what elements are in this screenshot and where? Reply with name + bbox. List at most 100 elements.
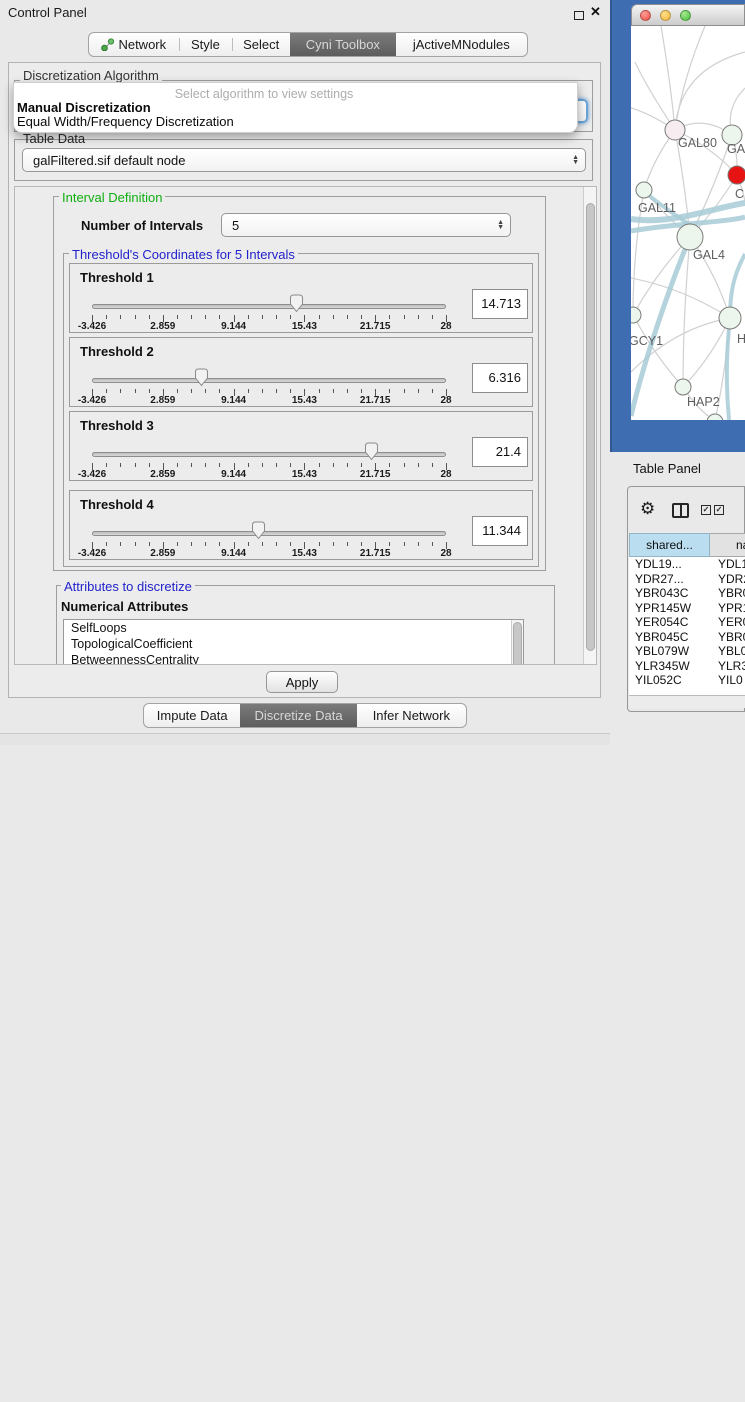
- threshold-slider-track[interactable]: [92, 531, 446, 536]
- threshold-value-field[interactable]: 21.4: [472, 437, 528, 467]
- cell-name: YDL1: [712, 557, 745, 572]
- slider-tick-label: -3.426: [78, 395, 106, 406]
- minimize-window-icon[interactable]: [660, 10, 671, 21]
- network-node-gal11[interactable]: [636, 182, 652, 198]
- tab-label: Style: [191, 37, 220, 52]
- table-row[interactable]: YBR043CYBR0: [629, 586, 745, 601]
- column-header-shared[interactable]: shared...: [629, 533, 710, 557]
- tab-discretize-data[interactable]: Discretize Data: [240, 704, 356, 727]
- threshold-slider-track[interactable]: [92, 304, 446, 309]
- slider-tick-label: -3.426: [78, 469, 106, 480]
- network-node-gal4[interactable]: [677, 224, 703, 250]
- table-row[interactable]: YLR345WYLR3: [629, 659, 745, 674]
- threshold-slider-track[interactable]: [92, 452, 446, 457]
- slider-tick-label: 2.859: [150, 321, 175, 332]
- network-node-gcy1[interactable]: [631, 307, 641, 323]
- tab-network[interactable]: Network: [89, 33, 179, 56]
- slider-tick-label: 9.144: [221, 395, 246, 406]
- network-node-label: GAL4: [693, 248, 725, 262]
- apply-button[interactable]: Apply: [266, 671, 338, 693]
- algorithm-dropdown-popup: Select algorithm to view settings Manual…: [13, 82, 578, 133]
- slider-tick-label: 2.859: [150, 548, 175, 559]
- table-row[interactable]: YBL079WYBL0: [629, 644, 745, 659]
- tab-impute-data[interactable]: Impute Data: [144, 704, 240, 727]
- algorithm-option-0[interactable]: Manual Discretization: [17, 100, 151, 115]
- threshold-value-field[interactable]: 11.344: [472, 516, 528, 546]
- table-row[interactable]: YBR045CYBR0: [629, 630, 745, 645]
- gear-icon[interactable]: ⚙: [640, 499, 655, 519]
- tab-select[interactable]: Select: [232, 33, 290, 56]
- network-node-c[interactable]: [728, 166, 745, 184]
- cell-shared-name: YDR27...: [629, 572, 712, 587]
- status-strip: [0, 733, 610, 745]
- table-hscrollbar[interactable]: [629, 695, 745, 708]
- threshold-label: Threshold 1: [80, 270, 154, 285]
- table-header-row: shared... na: [629, 533, 745, 557]
- tab-infer-network[interactable]: Infer Network: [357, 704, 466, 727]
- tab-label: Discretize Data: [254, 708, 342, 723]
- attributes-list-scrollbar[interactable]: [511, 620, 523, 665]
- threshold-slider-thumb[interactable]: [364, 442, 379, 461]
- threshold-slider-thumb[interactable]: [251, 521, 266, 540]
- checkbox-icon[interactable]: ✓: [714, 505, 724, 515]
- close-panel-icon[interactable]: ✕: [590, 4, 601, 20]
- network-node-label: HAP2: [687, 395, 720, 409]
- network-node[interactable]: [707, 414, 723, 420]
- slider-tick-label: 2.859: [150, 469, 175, 480]
- cell-shared-name: YDL19...: [629, 557, 712, 572]
- table-row[interactable]: YDL19...YDL1: [629, 557, 745, 572]
- threshold-slider-thumb[interactable]: [289, 294, 304, 313]
- tab-cyni-toolbox[interactable]: Cyni Toolbox: [290, 33, 396, 56]
- zoom-window-icon[interactable]: [680, 10, 691, 21]
- threshold-panel-4: Threshold 4-3.4262.8599.14415.4321.71528…: [69, 490, 533, 560]
- tab-label: Infer Network: [373, 708, 450, 723]
- discretization-algorithm-label: Discretization Algorithm: [20, 68, 162, 83]
- network-node-label: GAL80: [678, 136, 717, 150]
- tab-style[interactable]: Style: [179, 33, 233, 56]
- attribute-item[interactable]: SelfLoops: [64, 620, 523, 636]
- slider-tick-label: 21.715: [360, 548, 391, 559]
- cell-name: YPR1: [712, 601, 745, 616]
- numerical-attributes-label: Numerical Attributes: [61, 599, 188, 614]
- slider-tick-label: -3.426: [78, 548, 106, 559]
- threshold-value-field[interactable]: 14.713: [472, 289, 528, 319]
- checkbox-icon[interactable]: ✓: [701, 505, 711, 515]
- column-header-name[interactable]: na: [710, 533, 745, 557]
- slider-tick-label: 9.144: [221, 321, 246, 332]
- settings-scrollbar[interactable]: [583, 187, 596, 664]
- table-row[interactable]: YPR145WYPR1: [629, 601, 745, 616]
- threshold-panel-1: Threshold 1-3.4262.8599.14415.4321.71528…: [69, 263, 533, 333]
- network-window-titlebar[interactable]: [631, 4, 745, 26]
- slider-tick-label: 21.715: [360, 469, 391, 480]
- table-row[interactable]: YDR27...YDR2: [629, 572, 745, 587]
- cell-shared-name: YBR045C: [629, 630, 712, 645]
- network-canvas[interactable]: GAL80GACGAL11GAL4GCY1HHAP2: [631, 26, 745, 420]
- tab-jactivemnodules[interactable]: jActiveMNodules: [396, 33, 527, 56]
- slider-tick-label: 21.715: [360, 321, 391, 332]
- settings-scrollpane: Interval Definition Number of Intervals …: [14, 186, 597, 665]
- float-panel-icon[interactable]: [574, 11, 584, 20]
- threshold-value-field[interactable]: 6.316: [472, 363, 528, 393]
- table-data-combobox[interactable]: galFiltered.sif default node ▲▼: [22, 148, 586, 172]
- table-row[interactable]: YER054CYER0: [629, 615, 745, 630]
- slider-tick-label: -3.426: [78, 321, 106, 332]
- network-node-h[interactable]: [719, 307, 741, 329]
- cell-shared-name: YIL052C: [629, 673, 712, 688]
- cell-shared-name: YLR345W: [629, 659, 712, 674]
- attributes-group-label: Attributes to discretize: [61, 579, 195, 594]
- threshold-label: Threshold 4: [80, 497, 154, 512]
- attribute-item[interactable]: BetweennessCentrality: [64, 652, 523, 665]
- threshold-slider-thumb[interactable]: [194, 368, 209, 387]
- attribute-item[interactable]: TopologicalCoefficient: [64, 636, 523, 652]
- close-window-icon[interactable]: [640, 10, 651, 21]
- algorithm-option-1[interactable]: Equal Width/Frequency Discretization: [17, 114, 234, 129]
- network-node-hap2[interactable]: [675, 379, 691, 395]
- threshold-slider-track[interactable]: [92, 378, 446, 383]
- table-row[interactable]: YIL052CYIL0: [629, 673, 745, 688]
- num-intervals-label: Number of Intervals: [81, 218, 203, 233]
- num-intervals-combobox[interactable]: 5 ▲▼: [221, 213, 511, 237]
- threshold-panel-2: Threshold 2-3.4262.8599.14415.4321.71528…: [69, 337, 533, 407]
- slider-tick-label: 28: [440, 469, 451, 480]
- column-layout-icon[interactable]: [672, 503, 689, 518]
- slider-tick-label: 15.43: [292, 548, 317, 559]
